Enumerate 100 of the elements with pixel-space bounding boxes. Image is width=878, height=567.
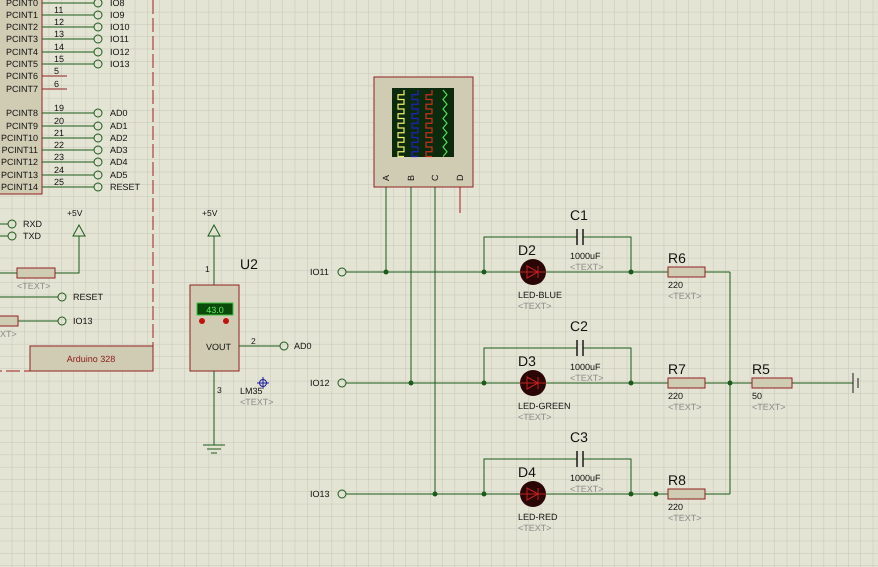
pin-name: PCINT12: [0, 157, 38, 167]
resistor-symbol: [668, 266, 706, 278]
net-label: AD2: [110, 133, 128, 143]
wire: [42, 2, 94, 4]
component-text: <TEXT>: [17, 281, 51, 291]
net-label: AD0: [110, 108, 128, 118]
net-label: IO11: [110, 34, 129, 44]
component-ref: R8: [668, 472, 686, 488]
component-text: <TEXT>: [752, 402, 786, 412]
component-ref: C3: [570, 429, 588, 445]
pin-name: PCINT5: [6, 59, 38, 69]
net-label: IO8: [110, 0, 125, 8]
pin-number: 3: [217, 385, 222, 395]
junction-dot: [654, 492, 658, 496]
wire: [42, 14, 94, 16]
junction-dot: [628, 380, 634, 386]
component-text: <TEXT>: [240, 397, 274, 407]
terminal-symbol: [338, 268, 346, 276]
led-symbol: [520, 259, 546, 285]
supply-label: +5V: [67, 208, 82, 218]
component-text: <TEXT>: [518, 523, 552, 533]
net-label: RESET: [73, 292, 104, 302]
wire: [42, 88, 68, 90]
resistor-symbol: [0, 316, 18, 326]
channel-label: A: [381, 174, 391, 181]
component-text: <TEXT>: [668, 513, 702, 523]
junction-dot: [628, 270, 634, 274]
net-label: RXD: [23, 219, 42, 229]
wire: [42, 38, 94, 40]
net-label: AD4: [110, 157, 128, 167]
junction-dot: [482, 380, 486, 386]
component-text: XT>: [0, 329, 17, 339]
capacitor-symbol: [576, 228, 584, 246]
net-label: IO13: [310, 489, 330, 499]
component-text: <TEXT>: [518, 412, 552, 422]
resistor-symbol: [668, 488, 706, 500]
pin-number: 21: [54, 128, 64, 138]
capacitor-symbol: [576, 450, 584, 468]
component-ref: C1: [570, 207, 588, 223]
net-label: AD5: [110, 170, 128, 180]
component-value: 220: [668, 502, 684, 512]
terminal-symbol: [280, 342, 288, 350]
led-symbol: [520, 481, 546, 507]
pin-name: PCINT8: [6, 108, 38, 118]
supply-label: +5V: [202, 208, 218, 218]
net-label: RESET: [110, 182, 140, 192]
pin-name: PCINT4: [6, 47, 38, 57]
pin-number: 12: [54, 17, 64, 27]
channel-label: C: [430, 174, 440, 181]
ground-symbol: [202, 444, 226, 454]
pin-number: 5: [54, 66, 60, 76]
component-value: 1000uF: [570, 473, 601, 483]
pin-name: PCINT6: [6, 71, 38, 81]
wire: [42, 112, 94, 114]
component-ref: R5: [752, 361, 770, 377]
pin-number: 25: [54, 177, 64, 187]
part-name: LM35: [240, 386, 263, 396]
temperature-reading: 43.0: [206, 305, 224, 315]
component-text: <TEXT>: [570, 373, 604, 383]
resistor-symbol: [752, 378, 792, 388]
channel-label: D: [455, 174, 465, 181]
component-value: 50: [752, 391, 762, 401]
pin-name: PCINT9: [6, 121, 38, 131]
capacitor-symbol: [576, 339, 584, 357]
terminal-symbol: [58, 292, 66, 302]
component-text: <TEXT>: [518, 301, 552, 311]
pin-number: 19: [54, 103, 64, 113]
pin-number: 6: [54, 79, 60, 89]
component-value: 1000uF: [570, 362, 601, 372]
part-name: LED-GREEN: [518, 401, 571, 411]
pin-number: 20: [54, 116, 64, 126]
net-label: IO9: [110, 10, 125, 20]
pin-name: PCINT14: [0, 182, 38, 192]
pin-name: VOUT: [206, 342, 232, 352]
net-label: IO12: [110, 47, 130, 57]
junction-dot: [432, 492, 438, 496]
pin-name: PCINT1: [6, 10, 38, 20]
net-label: IO10: [110, 22, 130, 32]
board-label: Arduino 328: [66, 354, 116, 364]
pin-name: PCINT2: [6, 22, 38, 32]
wire: [0, 272, 18, 274]
net-label: IO13: [73, 316, 93, 326]
pin-name: PCINT7: [6, 84, 38, 94]
net-label: AD1: [110, 121, 128, 131]
power-terminal-symbol: [207, 224, 221, 236]
wire: [42, 174, 94, 176]
net-label: IO12: [310, 378, 330, 388]
component-text: <TEXT>: [668, 402, 702, 412]
net-label: AD0: [294, 341, 312, 351]
pin-number: 15: [54, 54, 64, 64]
power-terminal-symbol: [54, 224, 86, 274]
pin-number: 24: [54, 165, 64, 175]
wire: [42, 26, 94, 28]
terminal-symbol: [338, 378, 346, 388]
junction-dot: [482, 270, 486, 274]
pin-number: 1: [205, 264, 210, 274]
part-name: LED-RED: [518, 512, 558, 522]
terminal-symbol: [338, 490, 346, 498]
junction-dot: [728, 380, 732, 386]
junction-dot: [384, 270, 388, 274]
